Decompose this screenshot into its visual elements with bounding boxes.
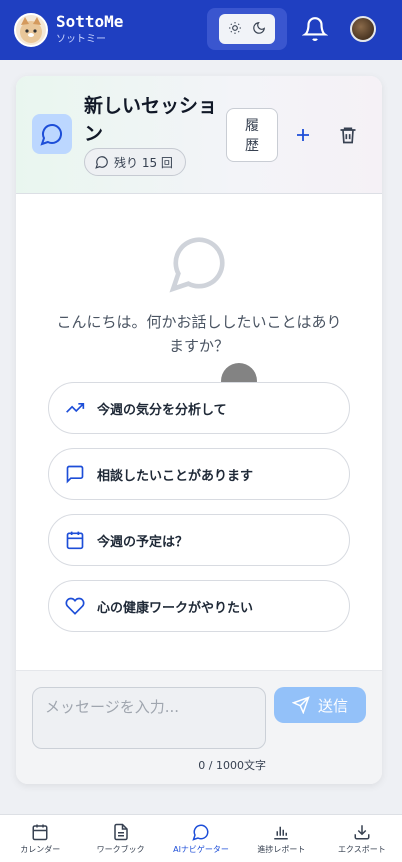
suggestion-schedule[interactable]: 今週の予定は？ [48,514,350,566]
nav-label: AIナビゲーター [173,844,229,854]
history-button[interactable]: 履 歴 [226,108,278,162]
message-circle-icon [192,824,209,841]
history-label-1: 履 [245,117,259,133]
nav-progress-report[interactable]: 進捗レポート [241,815,321,862]
trash-icon[interactable] [338,125,358,149]
cat-logo-icon [20,17,42,43]
file-text-icon [113,823,128,840]
heart-icon [65,597,85,615]
char-counter: 0 / 1000文字 [198,759,266,772]
nav-label: エクスポート [337,844,386,854]
message-input[interactable] [32,687,266,749]
suggestion-consult[interactable]: 相談したいことがあります [48,448,350,500]
suggestion-label: 心の健康ワークがやりたい [97,599,254,615]
app-logo[interactable] [14,13,48,47]
bell-icon[interactable] [301,16,329,46]
suggestion-mood[interactable]: 今週の気分を分析して [48,382,350,434]
theme-switch [207,8,287,50]
sun-icon[interactable] [228,20,242,39]
message-circle-icon [168,232,230,298]
send-label: 送信 [317,696,348,715]
send-icon [291,696,310,714]
nav-label: カレンダー [20,844,61,854]
theme-toggle-group [219,14,275,44]
app-name: SottoMe [56,12,124,31]
suggestion-label: 今週の予定は？ [97,533,189,549]
user-avatar[interactable] [350,16,376,42]
remaining-count: 残り 15 回 [114,155,173,170]
message-square-icon [66,465,84,484]
nav-export[interactable]: エクスポート [322,815,402,862]
remaining-badge: 残り 15 回 [84,148,186,176]
nav-workbook[interactable]: ワークブック [80,815,160,862]
history-label-2: 歴 [245,137,259,153]
calendar-icon [66,531,84,550]
send-button[interactable]: 送信 [274,687,366,723]
message-circle-icon [95,156,108,169]
composer: 送信 0 / 1000文字 [16,670,382,784]
suggestion-wellness[interactable]: 心の健康ワークがやりたい [48,580,350,632]
chat-badge [32,114,72,154]
nav-label: 進捗レポート [257,844,306,854]
chat-card: 新しいセッション 残り 15 回 履 歴 こんにちは。何かお話ししたいことはあり… [16,76,382,784]
brand: SottoMe ソットミー [56,13,123,47]
app-header: SottoMe ソットミー [0,0,402,60]
suggestion-label: 相談したいことがあります [97,467,254,483]
download-icon [354,824,370,839]
greeting-text: こんにちは。何かお話ししたいことはありますか？ [56,313,342,355]
bar-chart-icon [274,826,289,839]
app-subtitle: ソットミー [56,34,106,45]
bottom-nav: カレンダー ワークブック AIナビゲーター 進捗レポート エクスポート [0,814,402,862]
nav-ai-navigator[interactable]: AIナビゲーター [161,815,241,862]
plus-icon[interactable] [294,126,312,148]
nav-label: ワークブック [96,844,145,854]
trending-up-icon [66,403,85,413]
suggestion-label: 今週の気分を分析して [97,401,227,417]
calendar-icon [32,824,48,840]
session-title: 新しいセッション [84,95,218,145]
moon-icon[interactable] [252,20,266,39]
session-header: 新しいセッション 残り 15 回 履 歴 [16,76,382,194]
nav-calendar[interactable]: カレンダー [0,815,80,862]
message-circle-icon [40,124,62,146]
